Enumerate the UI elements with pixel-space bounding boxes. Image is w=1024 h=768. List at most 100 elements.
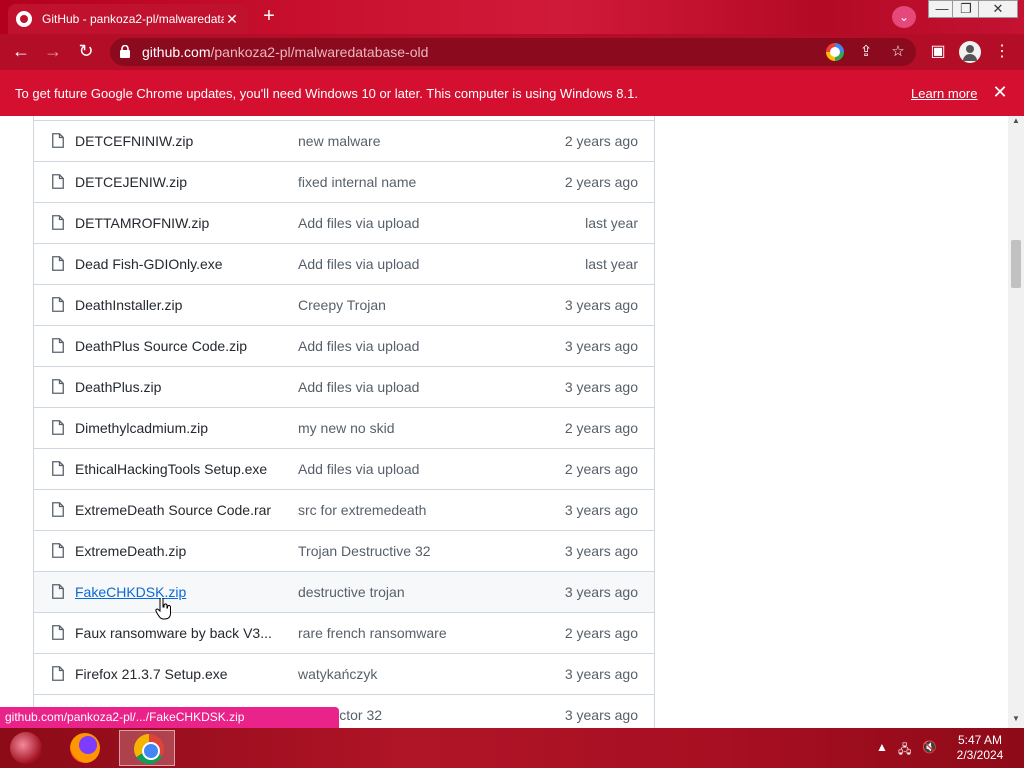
commit-age: 3 years ago bbox=[564, 584, 638, 600]
tab-title: GitHub - pankoza2-pl/malwaredatabase-old bbox=[42, 12, 224, 26]
file-icon bbox=[52, 338, 64, 353]
taskbar-chrome[interactable] bbox=[119, 730, 175, 766]
commit-message-link[interactable]: src for extremedeath bbox=[298, 502, 426, 518]
file-icon bbox=[52, 297, 64, 312]
browser-toolbar: ← → ↻ github.com/pankoza2-pl/malwaredata… bbox=[0, 34, 1024, 70]
commit-age: 3 years ago bbox=[564, 338, 638, 354]
file-name-link[interactable]: Dimethylcadmium.zip bbox=[75, 420, 208, 436]
commit-age: 3 years ago bbox=[564, 379, 638, 395]
new-tab-button[interactable]: + bbox=[256, 6, 282, 28]
commit-message-link[interactable]: watykańczyk bbox=[298, 666, 377, 682]
table-row[interactable]: DeathPlus.zip Add files via upload 3 years… bbox=[34, 366, 654, 407]
commit-age: 2 years ago bbox=[564, 625, 638, 641]
forward-icon[interactable]: → bbox=[40, 40, 66, 64]
reload-icon[interactable]: ↻ bbox=[73, 40, 99, 64]
commit-message-link[interactable]: Add files via upload bbox=[298, 461, 419, 477]
table-row[interactable]: DETCEJENIW.zip fixed internal name 2 years… bbox=[34, 161, 654, 202]
file-name-link[interactable]: Firefox 21.3.7 Setup.exe bbox=[75, 666, 228, 682]
table-row[interactable]: ExtremeDeath.zip Trojan Destructive 32 3 y… bbox=[34, 530, 654, 571]
share-icon[interactable]: ⇪ bbox=[856, 42, 876, 62]
back-icon[interactable]: ← bbox=[8, 40, 34, 64]
tab-close-icon[interactable]: ✕ bbox=[224, 11, 240, 28]
commit-message-link[interactable]: Add files via upload bbox=[298, 215, 419, 231]
github-icon bbox=[16, 11, 32, 27]
vertical-scrollbar[interactable]: ▲ ▼ bbox=[1008, 116, 1024, 728]
commit-message-link[interactable]: Creepy Trojan bbox=[298, 297, 386, 313]
show-hidden-icons-icon[interactable]: ▲ bbox=[876, 740, 888, 754]
infobar-close-icon[interactable]: ✕ bbox=[990, 82, 1010, 103]
file-name-link[interactable]: DeathPlus Source Code.zip bbox=[75, 338, 247, 354]
file-name-link[interactable]: DETTAMROFNIW.zip bbox=[75, 215, 209, 231]
clock-date: 2/3/2024 bbox=[956, 748, 1004, 762]
file-icon bbox=[52, 584, 64, 599]
file-name-link[interactable]: ExtremeDeath.zip bbox=[75, 543, 186, 559]
commit-message-link[interactable]: Add files via upload bbox=[298, 256, 419, 272]
table-row[interactable]: DETTAMROFNIW.zip Add files via upload last… bbox=[34, 202, 654, 243]
file-icon bbox=[52, 133, 64, 148]
table-row[interactable]: DETCEFNINIW.zip new malware 2 years ago bbox=[34, 120, 654, 161]
commit-message-link[interactable]: new malware bbox=[298, 133, 380, 149]
file-name-link[interactable]: EthicalHackingTools Setup.exe bbox=[75, 461, 267, 477]
file-icon bbox=[52, 543, 64, 558]
profile-avatar-icon[interactable] bbox=[959, 41, 981, 63]
table-row[interactable]: Firefox 21.3.7 Setup.exe watykańczyk 3 yea… bbox=[34, 653, 654, 694]
infobar-message: To get future Google Chrome updates, you… bbox=[15, 86, 638, 101]
table-row[interactable]: Faux ransomware by back V3... rare french… bbox=[34, 612, 654, 653]
update-infobar: To get future Google Chrome updates, you… bbox=[0, 70, 1024, 116]
table-row[interactable]: FakeCHKDSK.zip destructive trojan 3 years … bbox=[34, 571, 654, 612]
side-panel-icon[interactable]: ▣ bbox=[928, 42, 948, 62]
table-row[interactable]: Dimethylcadmium.zip my new no skid 2 years… bbox=[34, 407, 654, 448]
commit-age: 2 years ago bbox=[564, 420, 638, 436]
menu-kebab-icon[interactable]: ⋮ bbox=[992, 42, 1012, 62]
address-bar[interactable]: github.com/pankoza2-pl/malwaredatabase-o… bbox=[110, 38, 916, 66]
table-row[interactable]: DeathInstaller.zip Creepy Trojan 3 years a… bbox=[34, 284, 654, 325]
tab-search-button[interactable]: ⌄ bbox=[892, 6, 916, 28]
bookmark-star-icon[interactable]: ☆ bbox=[888, 42, 908, 62]
volume-muted-icon[interactable]: 🔇 bbox=[922, 740, 937, 754]
commit-message-link[interactable]: Add files via upload bbox=[298, 379, 419, 395]
close-window-button[interactable]: ✕ bbox=[978, 0, 1018, 18]
table-row[interactable]: DeathPlus Source Code.zip Add files via u… bbox=[34, 325, 654, 366]
tab-github[interactable]: GitHub - pankoza2-pl/malwaredatabase-old… bbox=[8, 4, 248, 34]
page-content: DETCEFNINIW.zip new malware 2 years ago DET… bbox=[0, 116, 1008, 728]
file-name-link[interactable]: Dead Fish-GDIOnly.exe bbox=[75, 256, 223, 272]
file-icon bbox=[52, 666, 64, 681]
scrollbar-thumb[interactable] bbox=[1011, 240, 1021, 288]
file-name-link[interactable]: ExtremeDeath Source Code.rar bbox=[75, 502, 271, 518]
file-name-link[interactable]: DeathInstaller.zip bbox=[75, 297, 182, 313]
commit-age: last year bbox=[585, 215, 638, 231]
start-button[interactable] bbox=[10, 732, 42, 764]
restore-button[interactable]: ❐ bbox=[952, 0, 980, 18]
network-icon[interactable]: 🖧 bbox=[898, 740, 911, 761]
commit-age: 3 years ago bbox=[564, 502, 638, 518]
file-name-link[interactable]: Faux ransomware by back V3... bbox=[75, 625, 272, 641]
file-name-link[interactable]: DeathPlus.zip bbox=[75, 379, 161, 395]
link-status-bubble: github.com/pankoza2-pl/.../FakeCHKDSK.zi… bbox=[0, 707, 339, 728]
google-lens-icon[interactable] bbox=[826, 43, 844, 61]
commit-message-link[interactable]: rare french ransomware bbox=[298, 625, 447, 641]
table-row[interactable]: Dead Fish-GDIOnly.exe Add files via uploa… bbox=[34, 243, 654, 284]
file-name-link[interactable]: DETCEFNINIW.zip bbox=[75, 133, 193, 149]
commit-message-link[interactable]: destructive trojan bbox=[298, 584, 405, 600]
commit-message-link[interactable]: Trojan Destructive 32 bbox=[298, 543, 431, 559]
commit-message-link[interactable]: Add files via upload bbox=[298, 338, 419, 354]
taskbar-firefox[interactable] bbox=[56, 730, 112, 766]
table-row[interactable]: ExtremeDeath Source Code.rar src for extr… bbox=[34, 489, 654, 530]
commit-age: 3 years ago bbox=[564, 297, 638, 313]
file-icon bbox=[52, 174, 64, 189]
url-host: github.com bbox=[142, 44, 211, 60]
tab-strip: GitHub - pankoza2-pl/malwaredatabase-old… bbox=[0, 0, 1024, 34]
screen: GitHub - pankoza2-pl/malwaredatabase-old… bbox=[0, 0, 1024, 768]
learn-more-link[interactable]: Learn more bbox=[911, 86, 977, 101]
scroll-down-icon[interactable]: ▼ bbox=[1008, 714, 1024, 723]
commit-message-link[interactable]: fixed internal name bbox=[298, 174, 416, 190]
file-icon bbox=[52, 256, 64, 271]
scroll-up-icon[interactable]: ▲ bbox=[1008, 116, 1024, 125]
table-row[interactable]: EthicalHackingTools Setup.exe Add files v… bbox=[34, 448, 654, 489]
firefox-icon bbox=[70, 733, 100, 763]
url-text[interactable]: github.com/pankoza2-pl/malwaredatabase-o… bbox=[142, 44, 428, 60]
file-name-link[interactable]: DETCEJENIW.zip bbox=[75, 174, 187, 190]
commit-message-link[interactable]: my new no skid bbox=[298, 420, 394, 436]
system-clock[interactable]: 5:47 AM 2/3/2024 bbox=[948, 733, 1012, 763]
commit-age: last year bbox=[585, 256, 638, 272]
